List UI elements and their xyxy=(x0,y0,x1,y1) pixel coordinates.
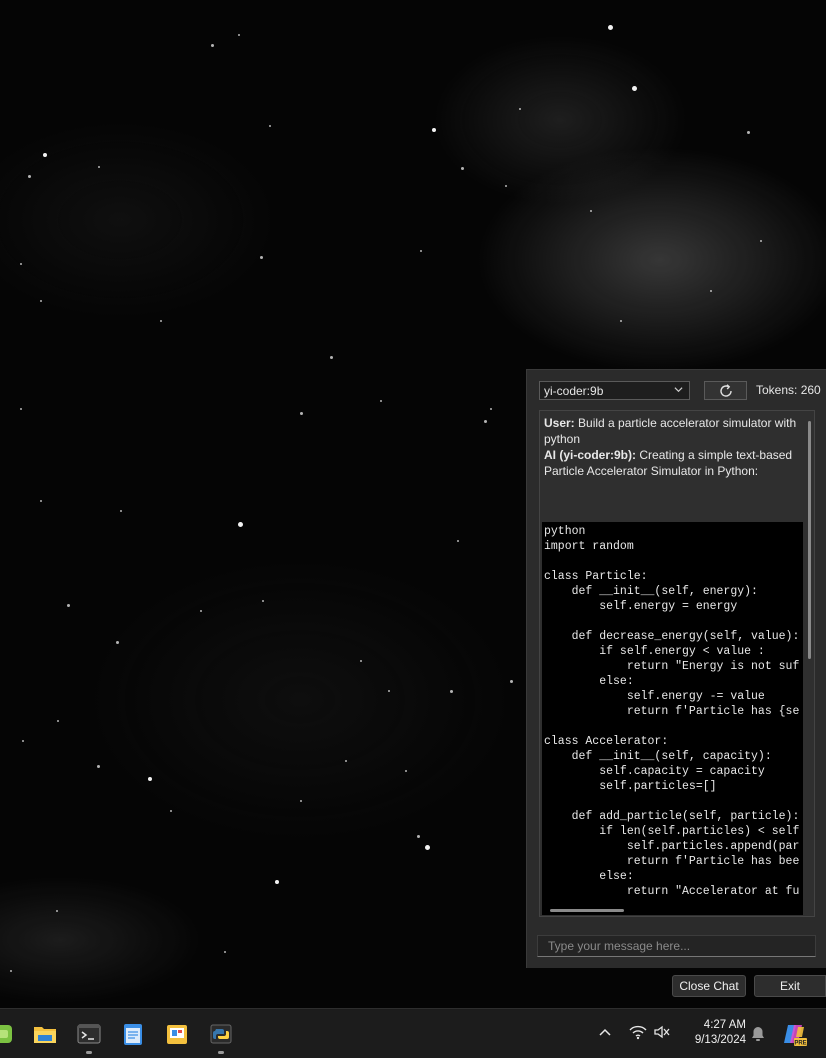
star-6 xyxy=(747,131,750,134)
star-14 xyxy=(20,263,22,265)
star-27 xyxy=(262,600,264,602)
star-18 xyxy=(148,777,152,781)
clock-time: 4:27 AM xyxy=(703,1019,746,1031)
star-45 xyxy=(120,510,122,512)
star-39 xyxy=(300,800,302,802)
star-52 xyxy=(420,250,422,252)
star-51 xyxy=(160,320,162,322)
ai-role-label: AI (yi-coder:9b): xyxy=(544,448,637,462)
star-7 xyxy=(43,153,47,157)
star-1 xyxy=(238,34,240,36)
star-25 xyxy=(67,604,70,607)
star-11 xyxy=(98,166,100,168)
star-34 xyxy=(405,770,407,772)
chat-window: yi-coder:9b Tokens: 260 User: Build a pa… xyxy=(526,369,826,968)
star-48 xyxy=(360,660,362,662)
app-icon-green[interactable] xyxy=(0,1021,18,1047)
python-icon[interactable] xyxy=(208,1021,234,1047)
star-26 xyxy=(457,540,459,542)
star-42 xyxy=(620,320,622,322)
code-block[interactable]: python import random class Particle: def… xyxy=(542,522,803,915)
python-running-indicator xyxy=(218,1051,224,1054)
star-19 xyxy=(275,880,279,884)
star-38 xyxy=(56,910,58,912)
star-40 xyxy=(170,810,172,812)
star-4 xyxy=(519,108,521,110)
star-15 xyxy=(40,300,42,302)
star-43 xyxy=(710,290,712,292)
star-53 xyxy=(590,210,592,212)
star-0 xyxy=(211,44,214,47)
ai-message: AI (yi-coder:9b): Creating a simple text… xyxy=(540,447,814,479)
code-text: python import random class Particle: def… xyxy=(544,525,800,898)
star-9 xyxy=(461,167,464,170)
terminal-icon[interactable] xyxy=(76,1021,102,1047)
star-44 xyxy=(760,240,762,242)
refresh-button[interactable] xyxy=(704,381,747,400)
copilot-badge-text: PRE xyxy=(794,1041,806,1047)
user-message: User: Build a particle accelerator simul… xyxy=(540,415,814,447)
star-36 xyxy=(10,970,12,972)
star-47 xyxy=(200,610,202,612)
message-input[interactable] xyxy=(537,935,816,957)
star-35 xyxy=(417,835,420,838)
star-8 xyxy=(269,125,271,127)
star-37 xyxy=(224,951,226,953)
user-message-text: Build a particle accelerator simulator w… xyxy=(544,416,797,446)
star-32 xyxy=(22,740,24,742)
close-chat-button[interactable]: Close Chat xyxy=(672,975,746,997)
exit-button[interactable]: Exit xyxy=(754,975,826,997)
star-49 xyxy=(510,680,513,683)
file-explorer-icon[interactable] xyxy=(32,1021,58,1047)
star-5 xyxy=(432,128,436,132)
star-30 xyxy=(388,690,390,692)
system-clock[interactable]: 4:27 AM 9/13/2024 xyxy=(682,1018,746,1048)
star-20 xyxy=(425,845,430,850)
star-3 xyxy=(632,86,637,91)
clock-date: 9/13/2024 xyxy=(694,1034,746,1046)
star-29 xyxy=(450,690,453,693)
star-17 xyxy=(238,522,243,527)
taskbar: 4:27 AM 9/13/2024 PRE xyxy=(0,1008,826,1058)
star-31 xyxy=(57,720,59,722)
user-role-label: User: xyxy=(544,416,575,430)
star-41 xyxy=(345,760,347,762)
star-21 xyxy=(20,408,22,410)
chevron-down-icon xyxy=(674,387,683,393)
refresh-icon xyxy=(719,383,732,397)
star-10 xyxy=(28,175,31,178)
notification-bell-icon[interactable] xyxy=(750,1025,766,1043)
model-select-value: yi-coder:9b xyxy=(544,384,604,398)
copilot-icon[interactable]: PRE xyxy=(782,1021,808,1047)
vertical-scrollbar[interactable] xyxy=(808,421,811,659)
star-23 xyxy=(490,408,492,410)
star-33 xyxy=(97,765,100,768)
star-16 xyxy=(330,356,333,359)
file-manager-icon[interactable] xyxy=(164,1021,190,1047)
star-13 xyxy=(260,256,263,259)
star-12 xyxy=(505,185,507,187)
chevron-up-icon[interactable] xyxy=(598,1027,612,1037)
terminal-running-indicator xyxy=(86,1051,92,1054)
volume-muted-icon[interactable] xyxy=(653,1024,671,1040)
notepad-icon[interactable] xyxy=(120,1021,146,1047)
star-50 xyxy=(380,400,382,402)
wifi-icon[interactable] xyxy=(629,1024,647,1040)
horizontal-scrollbar[interactable] xyxy=(550,909,624,912)
star-24 xyxy=(300,412,303,415)
star-2 xyxy=(608,25,613,30)
star-46 xyxy=(40,500,42,502)
model-select[interactable]: yi-coder:9b xyxy=(539,381,690,400)
tokens-count: Tokens: 260 xyxy=(756,383,821,397)
conversation-panel[interactable]: User: Build a particle accelerator simul… xyxy=(539,410,815,917)
star-22 xyxy=(484,420,487,423)
star-28 xyxy=(116,641,119,644)
